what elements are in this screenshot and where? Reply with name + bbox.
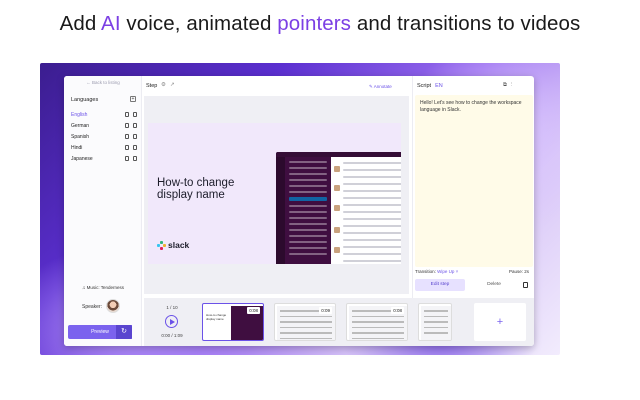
- script-language-badge[interactable]: EN: [435, 83, 443, 89]
- step-thumbnail[interactable]: 0:08: [346, 303, 408, 341]
- step-counter: 1 / 10: [166, 305, 178, 310]
- slack-icon: [157, 240, 166, 250]
- script-title: Script: [417, 83, 432, 89]
- trash-icon[interactable]: [133, 123, 137, 128]
- trash-icon[interactable]: [133, 145, 137, 150]
- plus-square-icon[interactable]: +: [130, 96, 136, 102]
- step-title: Step: [146, 83, 158, 89]
- language-item[interactable]: German: [71, 120, 137, 131]
- script-header: Script EN: [417, 83, 443, 89]
- slide-preview[interactable]: How-to change display name slack: [148, 123, 401, 264]
- step-duration: 0:08: [391, 307, 404, 314]
- chevron-down-icon: ˅: [454, 269, 459, 274]
- add-step-button[interactable]: +: [474, 303, 526, 341]
- transition-selector[interactable]: Transition: Wipe Up ˅: [415, 269, 458, 274]
- translate-icon[interactable]: ⧉: [503, 82, 511, 88]
- speaker-label: Speaker:: [82, 304, 103, 310]
- play-icon[interactable]: [165, 315, 178, 328]
- headline: Add AI voice, animated pointers and tran…: [59, 12, 581, 35]
- step-duration: 0:08: [247, 307, 260, 314]
- language-name: German: [71, 122, 90, 129]
- trash-icon[interactable]: [133, 156, 137, 161]
- external-link-icon[interactable]: ↗: [170, 82, 179, 88]
- script-editor[interactable]: Hello! Let's see how to change the works…: [415, 95, 533, 267]
- language-name: Hindi: [71, 144, 83, 151]
- trash-icon[interactable]: [133, 134, 137, 139]
- copy-icon[interactable]: [125, 123, 129, 128]
- headline-accent-pointers: pointers: [277, 12, 352, 35]
- step-thumbnail[interactable]: 0:09: [274, 303, 336, 341]
- language-name: English: [71, 111, 88, 118]
- step-thumbnail[interactable]: [418, 303, 452, 341]
- playback-time: 0:00 / 1:09: [161, 333, 183, 338]
- transition-value[interactable]: Wipe Up: [437, 269, 454, 274]
- transition-label: Transition:: [415, 269, 436, 274]
- playback-controls: 1 / 10 0:00 / 1:09: [144, 298, 200, 346]
- language-item[interactable]: Japanese: [71, 153, 137, 164]
- step-thumbnail[interactable]: How-to change display name 0:08: [202, 303, 264, 341]
- annotate-button[interactable]: ✎ Annotate: [369, 84, 392, 90]
- settings-icon[interactable]: ⚙: [161, 82, 170, 88]
- step-duration: 0:09: [319, 307, 332, 314]
- slack-logo: slack: [157, 240, 189, 250]
- slack-screenshot: [276, 152, 401, 264]
- duplicate-icon[interactable]: [523, 282, 528, 288]
- music-selector[interactable]: ♫ Music: Tenderness: [64, 285, 142, 290]
- language-list: English German Spanish Hindi Japanese: [71, 109, 137, 164]
- slide-title: How-to change display name: [157, 177, 235, 201]
- script-tools: ⧉⋮: [503, 82, 516, 89]
- slack-wordmark: slack: [168, 240, 190, 250]
- languages-panel: ← Back to listing Languages + English Ge…: [64, 76, 142, 346]
- more-icon[interactable]: ⋮: [511, 82, 516, 88]
- headline-accent-ai: AI: [101, 12, 121, 35]
- music-label: Music: Tenderness: [86, 285, 125, 290]
- language-item[interactable]: Spanish: [71, 131, 137, 142]
- pause-setting[interactable]: Pause: 2s: [509, 269, 529, 274]
- delete-button[interactable]: Delete: [469, 279, 519, 291]
- step-tools: ⚙↗: [161, 82, 179, 88]
- editor-window: ← Back to listing Languages + English Ge…: [64, 76, 534, 346]
- thumbnail-title: How-to change display name: [206, 313, 227, 321]
- copy-icon[interactable]: [125, 156, 129, 161]
- script-text[interactable]: Hello! Let's see how to change the works…: [420, 100, 526, 114]
- copy-icon[interactable]: [125, 134, 129, 139]
- copy-icon[interactable]: [125, 112, 129, 117]
- trash-icon[interactable]: [133, 112, 137, 117]
- back-to-listing-link[interactable]: ← Back to listing: [64, 80, 142, 85]
- speaker-avatar[interactable]: [106, 299, 120, 313]
- edit-step-button[interactable]: Edit step: [415, 279, 465, 291]
- language-item[interactable]: Hindi: [71, 142, 137, 153]
- languages-title: Languages: [71, 97, 99, 103]
- language-name: Japanese: [71, 155, 93, 162]
- language-name: Spanish: [71, 133, 90, 140]
- refresh-icon[interactable]: ↻: [116, 325, 132, 339]
- copy-icon[interactable]: [125, 145, 129, 150]
- annotate-label: Annotate: [373, 84, 392, 89]
- language-item[interactable]: English: [71, 109, 137, 120]
